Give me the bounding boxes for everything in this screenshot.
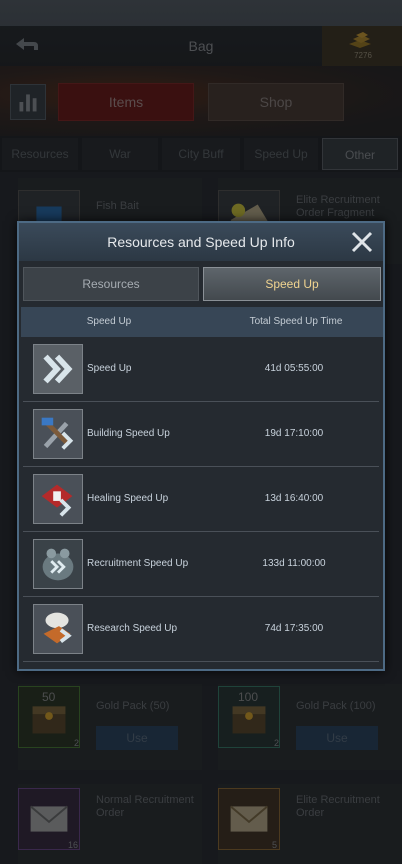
close-icon[interactable]	[349, 229, 375, 255]
row-name: Healing Speed Up	[87, 493, 169, 504]
table-row: Healing Speed Up 13d 16:40:00	[23, 467, 379, 531]
hammer-wrench-icon	[33, 409, 83, 459]
speed-up-info-modal: Resources and Speed Up Info Resources Sp…	[17, 221, 385, 671]
table-row: Research Speed Up 74d 17:35:00	[23, 597, 379, 661]
column-name: Speed Up	[86, 316, 132, 327]
table-row: Building Speed Up 19d 17:10:00	[23, 402, 379, 466]
table-header: Speed Up Total Speed Up Time	[21, 307, 383, 337]
helmet-icon	[33, 539, 83, 589]
row-time: 41d 05:55:00	[264, 363, 324, 374]
column-time: Total Speed Up Time	[249, 316, 343, 327]
row-name: Speed Up	[87, 363, 132, 374]
row-time: 13d 16:40:00	[264, 493, 324, 504]
row-time: 133d 11:00:00	[262, 558, 326, 569]
double-chevron-icon	[33, 344, 83, 394]
row-divider	[23, 661, 379, 662]
row-name: Research Speed Up	[87, 623, 178, 634]
tab-speed-up[interactable]: Speed Up	[203, 267, 381, 301]
table-row: Recruitment Speed Up 133d 11:00:00	[23, 532, 379, 596]
modal-title: Resources and Speed Up Info	[107, 234, 295, 250]
medkit-icon	[33, 474, 83, 524]
row-name: Building Speed Up	[87, 428, 170, 439]
row-time: 19d 17:10:00	[264, 428, 324, 439]
table-row: Speed Up 41d 05:55:00	[23, 337, 379, 401]
row-name: Recruitment Speed Up	[87, 558, 189, 569]
flask-icon	[33, 604, 83, 654]
row-time: 74d 17:35:00	[264, 623, 324, 634]
tab-resources[interactable]: Resources	[23, 267, 199, 301]
